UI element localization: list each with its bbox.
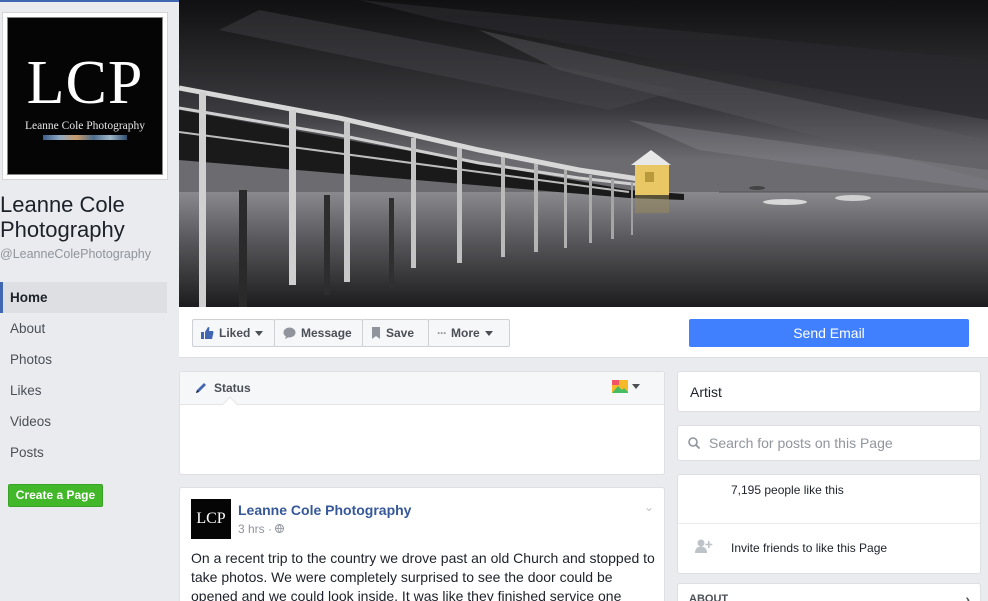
status-tab[interactable]: Status [180,372,664,405]
about-section-header[interactable]: ABOUT › [677,583,981,601]
nav-item-videos[interactable]: Videos [0,406,167,437]
invite-row[interactable]: Invite friends to like this Page [678,524,980,573]
save-button[interactable]: Save [362,319,429,347]
send-email-button[interactable]: Send Email [689,319,969,347]
about-label: ABOUT [689,593,729,601]
create-page-button[interactable]: Create a Page [8,484,103,507]
cover-photo[interactable] [179,0,988,307]
chevron-down-icon [255,330,264,336]
invite-friends-link: Invite friends to like this Page [731,541,888,555]
ellipsis-icon: ··· [437,326,447,340]
save-label: Save [386,326,415,340]
page-handle[interactable]: @LeanneColePhotography [0,247,151,261]
more-label: More [451,326,480,340]
nav-item-posts[interactable]: Posts [0,437,167,468]
search-icon [688,437,700,449]
thumbs-up-icon [201,327,214,339]
logo-monogram: LCP [26,49,144,117]
message-label: Message [301,326,352,340]
page-action-bar: Liked Message Save ··· More Send Email [179,307,988,358]
cover-photo-image [179,0,988,307]
message-bubble-icon [283,327,296,339]
liked-label: Liked [219,326,251,340]
post-card: LCP Leanne Cole Photography 3 hrs · ⌄ On… [179,487,665,601]
status-options[interactable] [612,380,640,393]
logo-photo-strip [43,135,127,140]
nav-item-likes[interactable]: Likes [0,375,167,406]
logo-caption: Leanne Cole Photography [24,120,146,132]
profile-picture[interactable]: LCP Leanne Cole Photography [2,12,168,180]
post-author-link[interactable]: Leanne Cole Photography [238,502,411,518]
chevron-down-icon [484,330,493,336]
post-timestamp[interactable]: 3 hrs · [238,522,285,536]
post-options-chevron-icon[interactable]: ⌄ [644,500,654,514]
message-button[interactable]: Message [274,319,363,347]
community-card: 7,195 people like this Invite friends to… [677,474,981,574]
status-label: Status [214,381,251,395]
page-search-box [677,425,981,461]
separator-dot: · [268,522,276,536]
add-person-icon [695,539,713,553]
pencil-icon [196,383,206,393]
post-time-label: 3 hrs [238,522,265,536]
status-composer: Status [179,371,665,475]
chevron-right-icon: › [965,591,970,601]
post-avatar[interactable]: LCP [191,499,231,539]
globe-icon [275,524,285,534]
left-sidebar: LCP Leanne Cole Photography Leanne Cole … [0,0,170,601]
chevron-down-icon [632,384,640,389]
liked-button[interactable]: Liked [192,319,275,347]
page-logo: LCP Leanne Cole Photography [7,17,163,175]
page-nav: Home About Photos Likes Videos Posts [0,282,167,468]
search-input[interactable] [709,435,959,451]
photo-icon [612,380,628,393]
likes-row[interactable]: 7,195 people like this [678,475,980,524]
likes-count: 7,195 people like this [731,483,844,497]
nav-item-home[interactable]: Home [0,282,167,313]
nav-item-photos[interactable]: Photos [0,344,167,375]
bookmark-icon [372,327,380,339]
more-button[interactable]: ··· More [428,319,510,347]
nav-item-about[interactable]: About [0,313,167,344]
post-text: On a recent trip to the country we drove… [191,550,655,601]
page-title[interactable]: Leanne Cole Photography [0,192,170,242]
page-category[interactable]: Artist [677,371,981,412]
